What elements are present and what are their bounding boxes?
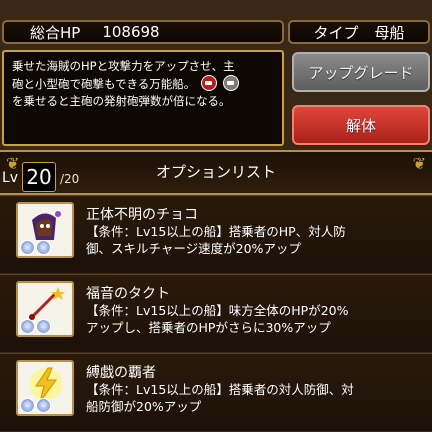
option-description-line-1: 【条件：Lv15以上の船】搭乗者のHP、対人防 [86, 224, 346, 239]
star-icon: ☆ [36, 319, 51, 334]
hp-value: 108698 [102, 23, 160, 41]
star-icon: ☆ [20, 319, 35, 334]
description-line-1: 乗せた海賊のHPと攻撃力をアップさせ、主 [12, 59, 235, 73]
star-icon: ☆ [20, 398, 35, 413]
release-button[interactable]: 解体 [292, 105, 430, 145]
upgrade-button[interactable]: アップグレード [292, 52, 430, 92]
ship-description-panel: 乗せた海賊のHPと攻撃力をアップさせ、主 砲と小型砲で砲撃もできる万能船。 を乗… [2, 50, 284, 146]
option-description-line-2: 御、スキルチャージ速度が20%アップ [86, 241, 301, 256]
option-description: 【条件：Lv15以上の船】味方全体のHPが20% アップし、搭乗者のHPがさらに… [86, 302, 426, 336]
hp-label: 総合HP [30, 23, 81, 42]
star-icon: ☆ [20, 240, 35, 255]
option-item[interactable]: ☆ ☆ 縛戯の覇者 【条件：Lv15以上の船】搭乗者の対人防御、対 船防御が20… [0, 353, 432, 431]
rarity-stars: ☆ ☆ [20, 319, 51, 334]
option-name: 福音のタクト [86, 286, 170, 302]
cannon-icon-red [200, 75, 217, 91]
rarity-stars: ☆ ☆ [20, 240, 51, 255]
description-line-2: 砲と小型砲で砲撃もできる万能船。 [12, 75, 274, 93]
option-list-title: オプションリスト [155, 163, 276, 181]
option-thumbnail: ☆ ☆ [16, 281, 74, 337]
option-thumbnail: ☆ ☆ [16, 202, 74, 258]
star-icon: ☆ [36, 398, 51, 413]
description-line-2-text: 砲と小型砲で砲撃もできる万能船。 [12, 77, 196, 91]
type-label: タイプ [313, 23, 359, 42]
star-icon: ☆ [36, 240, 51, 255]
cannon-icon-gray [222, 75, 239, 91]
option-description-line-2: アップし、搭乗者のHPがさらに30%アップ [86, 320, 331, 335]
option-description-line-1: 【条件：Lv15以上の船】搭乗者の対人防御、対 [86, 382, 354, 397]
option-description: 【条件：Lv15以上の船】搭乗者の対人防御、対 船防御が20%アップ [86, 381, 426, 415]
description-line-3: を乗せると主砲の発射砲弾数が倍になる。 [12, 94, 231, 108]
total-hp-bar: 総合HP 108698 [2, 20, 284, 44]
option-description-line-2: 船防御が20%アップ [86, 399, 202, 414]
option-item[interactable]: ☆ ☆ 福音のタクト 【条件：Lv15以上の船】味方全体のHPが20% アップし… [0, 274, 432, 352]
option-name: 縛戯の覇者 [86, 365, 156, 381]
option-description: 【条件：Lv15以上の船】搭乗者のHP、対人防 御、スキルチャージ速度が20%ア… [86, 223, 426, 257]
option-name: 正体不明のチョコ [86, 207, 198, 223]
type-value: 母船 [374, 23, 405, 42]
ship-type-bar: タイプ 母船 [288, 20, 430, 44]
option-thumbnail: ☆ ☆ [16, 360, 74, 416]
rarity-stars: ☆ ☆ [20, 398, 51, 413]
option-description-line-1: 【条件：Lv15以上の船】味方全体のHPが20% [86, 303, 349, 318]
option-list-header: ❦ ❦ Lv 20 /20 オプションリスト [0, 150, 432, 195]
option-item[interactable]: ☆ ☆ 正体不明のチョコ 【条件：Lv15以上の船】搭乗者のHP、対人防 御、ス… [0, 195, 432, 273]
